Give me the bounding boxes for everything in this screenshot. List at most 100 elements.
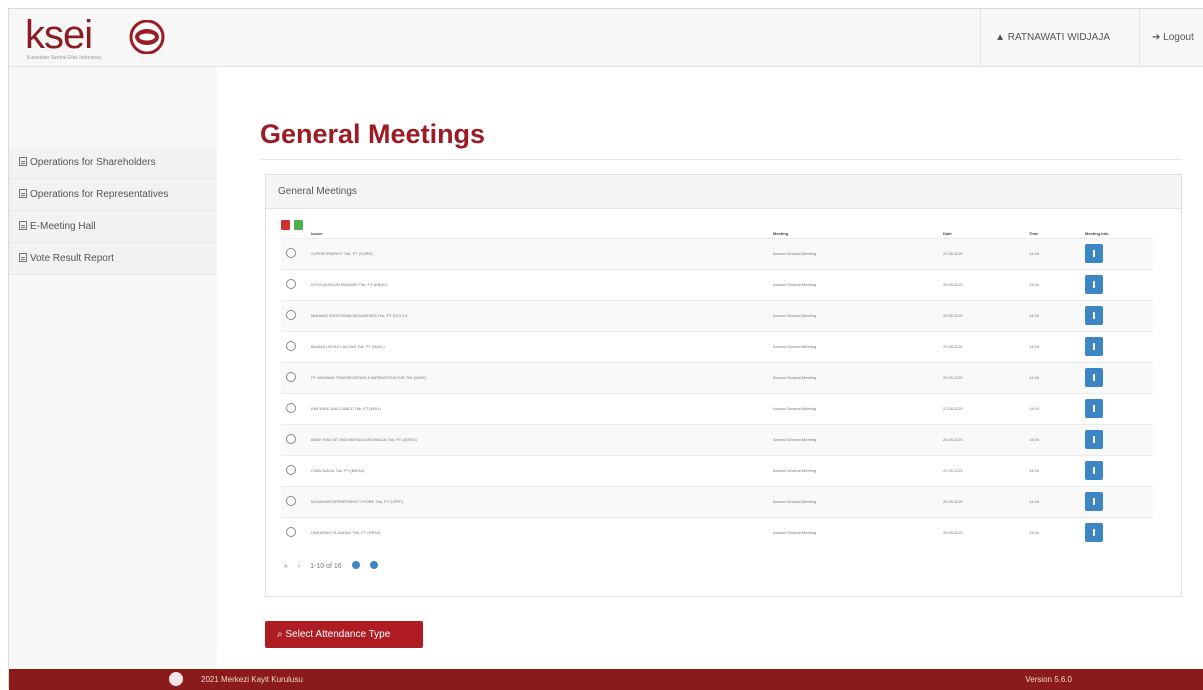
title-divider [260, 159, 1182, 160]
download-icon[interactable] [1085, 367, 1103, 387]
ksei-logo[interactable]: ksei Kustodian Sentral Efek Indonesia [25, 15, 165, 63]
user-name: RATNAWATI WIDJAJA [1007, 32, 1110, 43]
column-header-time[interactable]: Time [1029, 230, 1085, 238]
last-page-icon[interactable] [369, 561, 378, 569]
row-radio[interactable] [286, 527, 296, 538]
cell-issuer: MATAHARI DEPARTMENT STORE Tbk, PT (LPPF) [311, 485, 773, 517]
logout-label: Logout [1163, 32, 1194, 43]
cell-meeting: Annual General Meeting [773, 423, 943, 455]
document-icon [19, 189, 27, 198]
sidebar-item-label: E-Meeting Hall [30, 221, 96, 232]
cell-date: 22.06.2021 [943, 237, 1029, 269]
download-icon[interactable] [1085, 243, 1103, 263]
download-icon[interactable] [1085, 398, 1103, 418]
row-radio[interactable] [286, 310, 296, 320]
cell-time: 14:00 [1029, 268, 1085, 300]
prev-page-button[interactable]: ‹ [298, 563, 300, 570]
download-icon[interactable] [1085, 336, 1103, 356]
footer-logo-icon [169, 672, 183, 686]
logo-subtitle: Kustodian Sentral Efek Indonesia [27, 55, 101, 61]
cell-time: 14:00 [1029, 485, 1085, 517]
column-header-meeting[interactable]: Meeting [773, 230, 943, 238]
cell-meeting: Annual General Meeting [773, 361, 943, 393]
cell-date: 25.06.2021 [943, 516, 1029, 548]
sidebar-item-operations-representatives[interactable]: Operations for Representatives [9, 179, 217, 211]
table-row[interactable]: PT WAHANA TRANSPORTASI & INFRASTRUKTUR T… [281, 361, 1153, 393]
row-radio[interactable] [286, 341, 296, 351]
cell-issuer: KMI WIRE AND CABLE Tbk, PT (KBLI) [311, 392, 773, 424]
download-icon[interactable] [1085, 429, 1103, 449]
row-radio[interactable] [286, 248, 296, 258]
footer-copyright: 2021 Merkezi Kayit Kurulusu [201, 675, 303, 684]
sidebar-item-vote-result-report[interactable]: Vote Result Report [9, 243, 217, 275]
row-radio[interactable] [286, 496, 296, 506]
table-header-row: Issuer Meeting Date Time Meeting Info [281, 230, 1153, 238]
cell-time: 14:00 [1029, 423, 1085, 455]
user-icon: ▲ [995, 32, 1005, 43]
cell-meeting: Annual General Meeting [773, 299, 943, 331]
next-page-icon[interactable] [351, 561, 360, 569]
cell-time: 14:00 [1029, 516, 1085, 548]
table-row[interactable]: SUPER ENERGY Tbk, PT (SURE) Annual Gener… [281, 237, 1153, 269]
cell-date: 25.06.2021 [943, 485, 1029, 517]
sidebar: Operations for Shareholders Operations f… [9, 67, 217, 669]
cell-time: 14:00 [1029, 392, 1085, 424]
cell-meeting: Annual General Meeting [773, 516, 943, 548]
first-page-button[interactable]: « [284, 563, 288, 570]
download-icon[interactable] [1085, 274, 1103, 294]
sidebar-item-label: Operations for Shareholders [30, 157, 156, 168]
table-row[interactable]: MATAHARI DEPARTMENT STORE Tbk, PT (LPPF)… [281, 485, 1153, 517]
document-icon [19, 221, 27, 230]
cell-date: 22.06.2021 [943, 454, 1029, 486]
cell-meeting: Annual General Meeting [773, 485, 943, 517]
cell-date: 25.06.2021 [943, 423, 1029, 455]
table-row[interactable]: BANK RAKYAT INDONESIA AGRONIAGA Tbk, PT … [281, 423, 1153, 455]
cell-issuer: SUPER ENERGY Tbk, PT (SURE) [311, 237, 773, 269]
user-menu[interactable]: ▲ RATNAWATI WIDJAJA [980, 9, 1124, 67]
row-radio[interactable] [286, 372, 296, 382]
search-icon: ⌕ [277, 629, 283, 640]
table-row[interactable]: KMI WIRE AND CABLE Tbk, PT (KBLI) Annual… [281, 392, 1153, 424]
page-info: 1-10 of 16 [310, 563, 342, 570]
footer: 2021 Merkezi Kayit Kurulusu Version 5.6.… [9, 669, 1203, 690]
sidebar-item-e-meeting-hall[interactable]: E-Meeting Hall [9, 211, 217, 243]
download-icon[interactable] [1085, 460, 1103, 480]
meetings-table: Issuer Meeting Date Time Meeting Info SU… [281, 230, 1153, 548]
attendance-button-label: Select Attendance Type [285, 629, 391, 640]
cell-meeting: Annual General Meeting [773, 454, 943, 486]
page-title: General Meetings [260, 119, 486, 149]
cell-time: 14:00 [1029, 454, 1085, 486]
pagination: « ‹ 1-10 of 16 [284, 561, 386, 570]
table-row[interactable]: HARAPAN CILANDAK Tbk, PT (HRTA) Annual G… [281, 516, 1153, 548]
cell-date: 22.06.2021 [943, 392, 1029, 424]
row-radio[interactable] [286, 403, 296, 413]
excel-export-icon[interactable] [294, 220, 303, 230]
logout-icon: ➔ [1152, 32, 1161, 43]
table-row[interactable]: CIMB NIAGA Tbk, PT (BNGA) Annual General… [281, 454, 1153, 486]
cell-date: 22.06.2021 [943, 330, 1029, 362]
download-icon[interactable] [1085, 305, 1103, 325]
column-header-issuer[interactable]: Issuer [311, 230, 773, 238]
cell-issuer: KOTA BANGUN MANDIRI Tbk, PT (KBAG) [311, 268, 773, 300]
download-icon[interactable] [1085, 522, 1103, 542]
table-row[interactable]: KOTA BANGUN MANDIRI Tbk, PT (KBAG) Annua… [281, 268, 1153, 300]
select-attendance-type-button[interactable]: ⌕ Select Attendance Type [265, 621, 423, 648]
column-header-date[interactable]: Date [943, 230, 1029, 238]
row-radio[interactable] [286, 465, 296, 475]
main-content: General Meetings General Meetings Issuer… [217, 67, 1203, 669]
cell-date: 25.06.2021 [943, 299, 1029, 331]
logout-link[interactable]: ➔ Logout [1139, 9, 1203, 67]
footer-version: Version 5.6.0 [1025, 675, 1072, 684]
document-icon [19, 253, 27, 262]
row-radio[interactable] [286, 279, 296, 289]
sidebar-item-operations-shareholders[interactable]: Operations for Shareholders [9, 147, 217, 179]
row-radio[interactable] [286, 434, 296, 444]
cell-time: 14:00 [1029, 237, 1085, 269]
download-icon[interactable] [1085, 491, 1103, 511]
table-row[interactable]: MAHAKA INVESTAMA NUSANTARA Tbk, PT (OCCC… [281, 299, 1153, 331]
document-icon [19, 157, 27, 166]
sidebar-menu: Operations for Shareholders Operations f… [9, 147, 217, 275]
cell-issuer: HARAPAN CILANDAK Tbk, PT (HRTA) [311, 516, 773, 548]
pdf-export-icon[interactable] [281, 220, 290, 230]
table-row[interactable]: BUANA LINTAS LAUTAN Tbk, PT (BULL) Annua… [281, 330, 1153, 362]
